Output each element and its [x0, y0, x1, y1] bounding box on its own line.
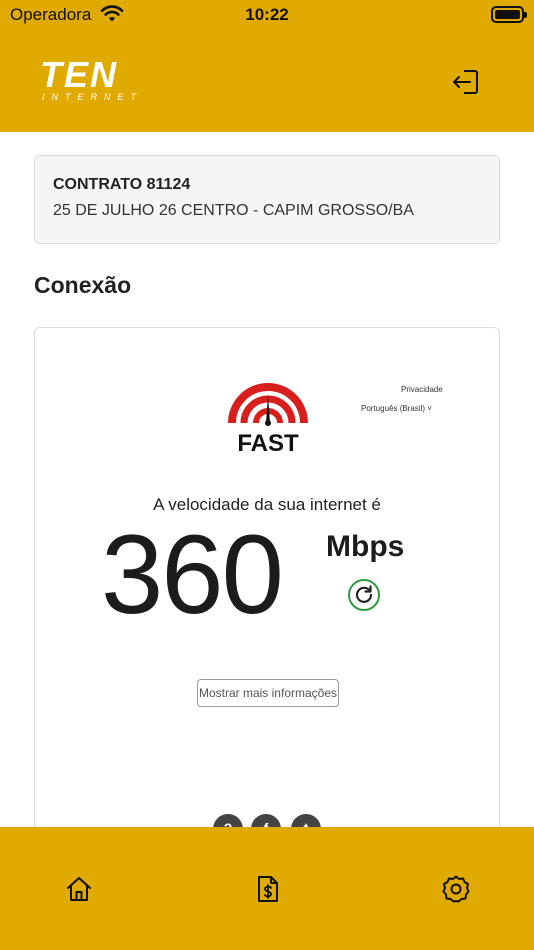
- contract-card[interactable]: CONTRATO 81124 25 DE JULHO 26 CENTRO - C…: [34, 155, 500, 244]
- privacy-link[interactable]: Privacidade: [401, 385, 443, 394]
- home-icon[interactable]: [64, 874, 94, 904]
- logout-icon[interactable]: [450, 66, 482, 98]
- contract-address: 25 DE JULHO 26 CENTRO - CAPIM GROSSO/BA: [53, 202, 414, 219]
- speedtest-webview: FAST Privacidade Português (Brasil) ˅ A …: [34, 327, 500, 847]
- speed-unit: Mbps: [326, 530, 405, 563]
- refresh-button[interactable]: [348, 579, 380, 611]
- more-info-button[interactable]: Mostrar mais informações: [197, 679, 339, 707]
- fast-gauge-icon: FAST: [228, 383, 308, 457]
- status-bar: Operadora 10:22: [0, 0, 534, 30]
- refresh-icon: [355, 585, 373, 603]
- ten-internet-logo: TEN INTERNET: [40, 54, 158, 102]
- fast-logo-text: FAST: [237, 430, 299, 455]
- contract-title: CONTRATO 81124: [53, 176, 191, 193]
- gear-icon[interactable]: [441, 874, 471, 904]
- invoice-dollar-icon[interactable]: [253, 874, 283, 904]
- clock: 10:22: [245, 5, 289, 24]
- logo-subtext: INTERNET: [42, 92, 143, 102]
- language-selector[interactable]: Português (Brasil) ˅: [361, 404, 432, 413]
- app-header: TEN INTERNET: [0, 30, 534, 132]
- bottom-nav: [0, 827, 534, 950]
- battery-icon: [491, 6, 527, 23]
- fast-logo: FAST: [228, 383, 308, 457]
- speed-value: 360: [101, 512, 284, 637]
- logo-text: TEN: [40, 54, 118, 95]
- section-title: Conexão: [34, 272, 132, 298]
